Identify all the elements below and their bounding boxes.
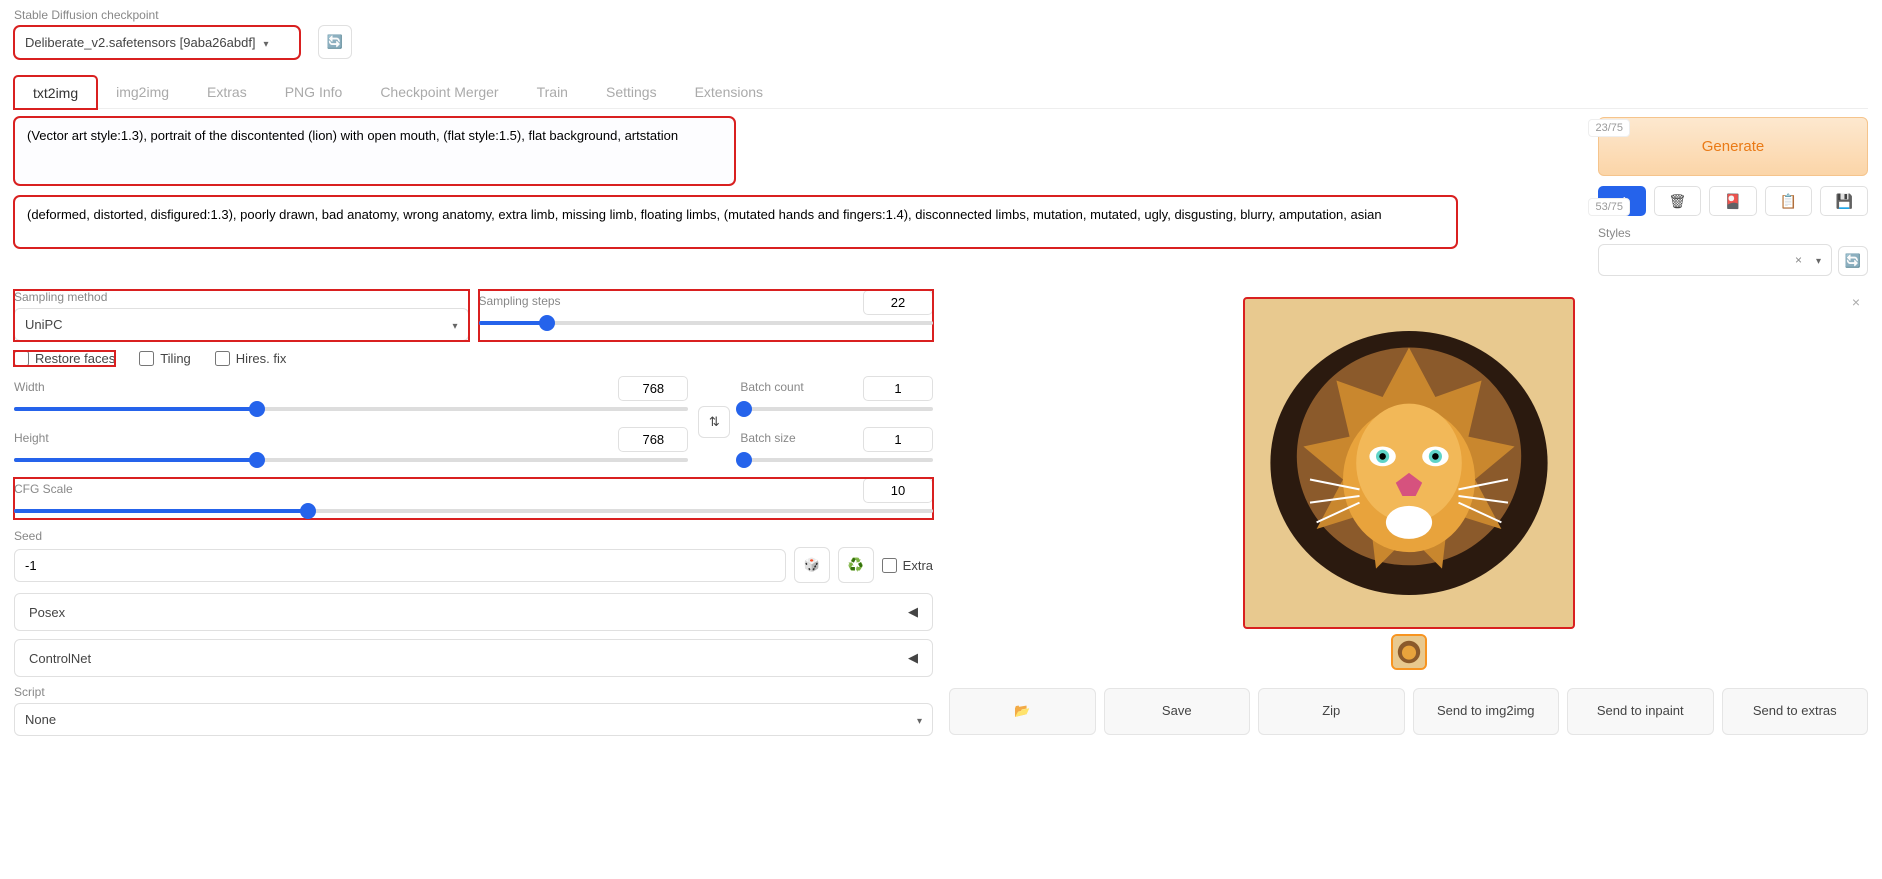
chevron-down-icon bbox=[444, 317, 457, 332]
batch-size-slider[interactable] bbox=[740, 452, 933, 468]
paste-button[interactable]: 📋 bbox=[1765, 186, 1813, 216]
collapse-icon: ◀ bbox=[908, 604, 918, 620]
zip-button[interactable]: Zip bbox=[1258, 688, 1405, 735]
posex-accordion[interactable]: Posex ◀ bbox=[14, 593, 933, 631]
cfg-scale-slider[interactable] bbox=[14, 503, 933, 519]
main-tabs: txt2img img2img Extras PNG Info Checkpoi… bbox=[14, 75, 1868, 109]
width-label: Width bbox=[14, 380, 45, 394]
hires-fix-check[interactable]: Hires. fix bbox=[215, 351, 287, 366]
controlnet-label: ControlNet bbox=[29, 651, 91, 666]
prompt-input[interactable]: (Vector art style:1.3), portrait of the … bbox=[14, 117, 735, 185]
tab-txt2img[interactable]: txt2img bbox=[14, 76, 97, 109]
batch-count-slider[interactable] bbox=[740, 401, 933, 417]
tab-img2img[interactable]: img2img bbox=[97, 75, 188, 108]
tab-pnginfo[interactable]: PNG Info bbox=[266, 75, 362, 108]
chevron-down-icon bbox=[1808, 253, 1821, 267]
tiling-check[interactable]: Tiling bbox=[139, 351, 191, 366]
height-value[interactable] bbox=[618, 427, 688, 452]
send-inpaint-button[interactable]: Send to inpaint bbox=[1567, 688, 1714, 735]
tab-checkpoint-merger[interactable]: Checkpoint Merger bbox=[361, 75, 517, 108]
batch-size-value[interactable] bbox=[863, 427, 933, 452]
cfg-scale-label: CFG Scale bbox=[14, 482, 73, 496]
posex-label: Posex bbox=[29, 605, 65, 620]
batch-count-value[interactable] bbox=[863, 376, 933, 401]
sampling-method-label: Sampling method bbox=[14, 290, 469, 304]
height-slider[interactable] bbox=[14, 452, 688, 468]
reuse-seed-button[interactable]: ♻️ bbox=[838, 547, 874, 583]
close-output-button[interactable]: × bbox=[1852, 294, 1860, 310]
refresh-icon: 🔄 bbox=[1845, 253, 1861, 269]
clear-prompt-button[interactable]: 🗑 bbox=[1654, 186, 1702, 216]
tab-extensions[interactable]: Extensions bbox=[676, 75, 782, 108]
sampling-steps-value[interactable] bbox=[863, 290, 933, 315]
neg-prompt-token-count: 53/75 bbox=[1588, 198, 1630, 216]
apply-style-button[interactable]: 🔄 bbox=[1838, 246, 1868, 276]
refresh-checkpoint-button[interactable]: 🔄 bbox=[318, 25, 352, 59]
checkpoint-select[interactable]: Deliberate_v2.safetensors [9aba26abdf] bbox=[14, 26, 300, 59]
send-extras-button[interactable]: Send to extras bbox=[1722, 688, 1869, 735]
controlnet-accordion[interactable]: ControlNet ◀ bbox=[14, 639, 933, 677]
clear-styles-icon[interactable]: × bbox=[1795, 253, 1802, 267]
styles-label: Styles bbox=[1598, 226, 1868, 240]
random-seed-button[interactable]: 🎲 bbox=[794, 547, 830, 583]
sampling-method-select[interactable]: UniPC bbox=[14, 308, 469, 341]
seed-extra-check[interactable]: Extra bbox=[882, 558, 933, 573]
extra-networks-button[interactable]: 🎴 bbox=[1709, 186, 1757, 216]
open-folder-button[interactable]: 📂 bbox=[949, 688, 1096, 735]
sampling-method-value: UniPC bbox=[25, 317, 63, 332]
output-thumbnail[interactable] bbox=[1391, 634, 1427, 670]
restore-faces-check[interactable]: Restore faces bbox=[14, 351, 115, 366]
tab-train[interactable]: Train bbox=[518, 75, 587, 108]
height-label: Height bbox=[14, 431, 49, 445]
tab-extras[interactable]: Extras bbox=[188, 75, 266, 108]
script-value: None bbox=[25, 712, 56, 727]
cfg-scale-value[interactable] bbox=[863, 478, 933, 503]
seed-label: Seed bbox=[14, 529, 933, 543]
output-image[interactable] bbox=[1244, 298, 1574, 628]
sampling-steps-label: Sampling steps bbox=[479, 294, 561, 308]
generate-button[interactable]: Generate bbox=[1598, 117, 1868, 176]
chevron-down-icon bbox=[909, 712, 922, 727]
lion-illustration bbox=[1244, 298, 1574, 628]
negative-prompt-input[interactable]: (deformed, distorted, disfigured:1.3), p… bbox=[14, 196, 1457, 248]
refresh-icon: 🔄 bbox=[326, 34, 342, 50]
sampling-steps-slider[interactable] bbox=[479, 315, 934, 331]
checkpoint-value: Deliberate_v2.safetensors [9aba26abdf] bbox=[25, 35, 256, 50]
collapse-icon: ◀ bbox=[908, 650, 918, 666]
seed-input[interactable] bbox=[14, 549, 786, 582]
checkpoint-label: Stable Diffusion checkpoint bbox=[14, 8, 300, 22]
script-select[interactable]: None bbox=[14, 703, 933, 736]
width-slider[interactable] bbox=[14, 401, 688, 417]
send-img2img-button[interactable]: Send to img2img bbox=[1413, 688, 1560, 735]
script-label: Script bbox=[14, 685, 933, 699]
prompt-token-count: 23/75 bbox=[1588, 119, 1630, 137]
save-style-button[interactable]: 💾 bbox=[1820, 186, 1868, 216]
batch-size-label: Batch size bbox=[740, 431, 795, 445]
chevron-down-icon bbox=[256, 35, 269, 50]
styles-select[interactable]: × bbox=[1598, 244, 1832, 276]
width-value[interactable] bbox=[618, 376, 688, 401]
save-button[interactable]: Save bbox=[1104, 688, 1251, 735]
swap-dimensions-button[interactable]: ⇅ bbox=[698, 406, 730, 438]
batch-count-label: Batch count bbox=[740, 380, 803, 394]
tab-settings[interactable]: Settings bbox=[587, 75, 676, 108]
